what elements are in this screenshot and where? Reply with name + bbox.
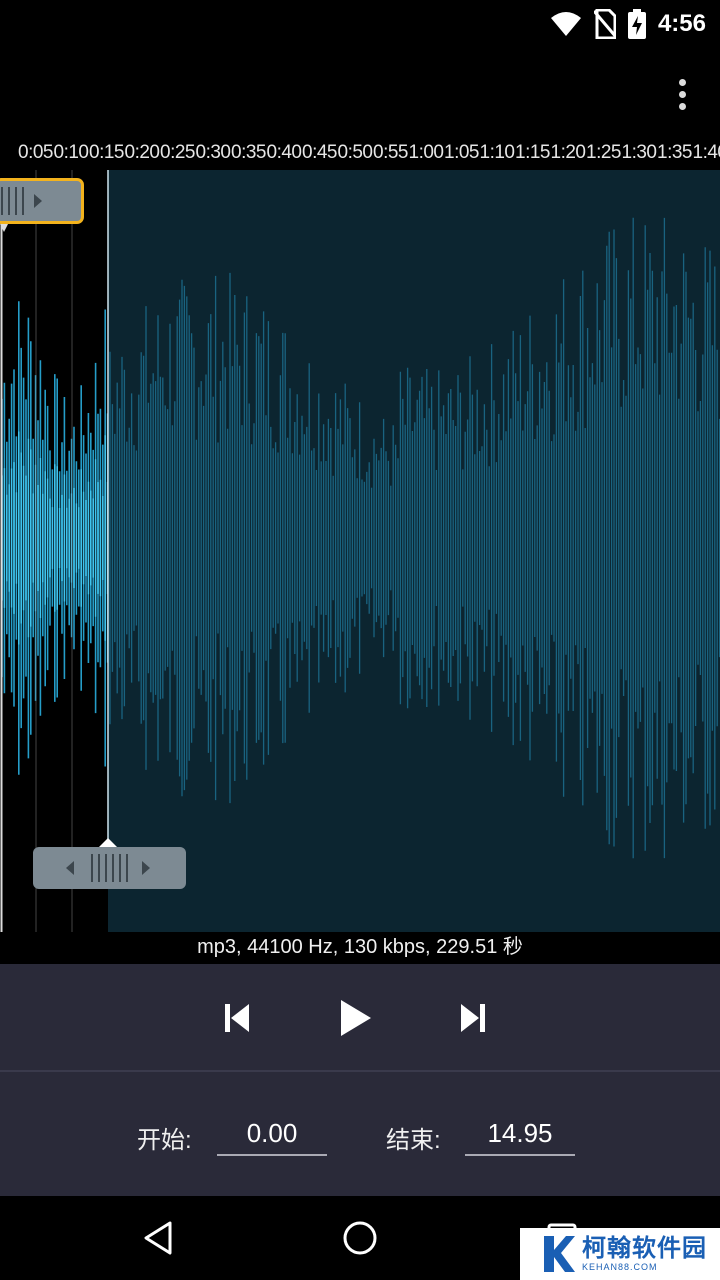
app-bar [0, 48, 720, 138]
timeline-tick: 1:40 [693, 142, 720, 164]
start-label: 开始: [137, 1120, 192, 1155]
timeline-tick: 1:00 [409, 142, 444, 164]
kehan-logo-icon [540, 1234, 576, 1274]
play-button[interactable] [325, 988, 385, 1048]
range-panel: 开始: 结束: [0, 1072, 720, 1196]
timeline-tick: 0:40 [267, 142, 302, 164]
timeline-ruler: 0:050:100:150:200:250:300:350:400:450:50… [0, 138, 720, 170]
next-button[interactable] [443, 988, 503, 1048]
waveform-area[interactable] [0, 170, 720, 932]
end-marker-handle[interactable] [33, 847, 186, 889]
chevron-right-icon [141, 860, 151, 876]
battery-charging-icon [628, 9, 646, 39]
timeline-tick: 0:55 [373, 142, 408, 164]
wifi-icon [550, 11, 582, 37]
timeline-tick: 0:35 [231, 142, 266, 164]
grip-icon [91, 854, 128, 882]
timeline-tick: 0:05 [18, 142, 53, 164]
timeline-tick: 1:25 [586, 142, 621, 164]
file-info: mp3, 44100 Hz, 130 kbps, 229.51 秒 [0, 932, 720, 964]
previous-button[interactable] [207, 988, 267, 1048]
back-icon [142, 1221, 174, 1255]
status-icons: 4:56 [550, 6, 706, 42]
start-time-field[interactable] [217, 1112, 327, 1156]
timeline-tick: 0:10 [54, 142, 89, 164]
timeline-tick: 0:15 [89, 142, 124, 164]
timeline-tick: 1:10 [480, 142, 515, 164]
back-button[interactable] [130, 1210, 186, 1266]
timeline-tick: 1:35 [657, 142, 692, 164]
timeline-tick: 1:05 [444, 142, 479, 164]
skip-next-icon [458, 1002, 488, 1034]
home-button[interactable] [332, 1210, 388, 1266]
timeline-tick: 0:25 [160, 142, 195, 164]
watermark-title: 柯翰软件园 [582, 1236, 707, 1262]
home-icon [342, 1220, 378, 1256]
timeline-tick: 1:15 [515, 142, 550, 164]
chevron-right-icon [33, 193, 43, 209]
waveform[interactable] [0, 170, 720, 932]
no-sim-icon [594, 9, 616, 39]
start-marker-handle[interactable] [0, 178, 84, 224]
watermark-subtitle: KEHAN88.COM [582, 1262, 707, 1272]
status-time: 4:56 [658, 10, 706, 38]
playback-controls [0, 964, 720, 1072]
play-icon [337, 998, 373, 1038]
timeline-tick: 0:30 [196, 142, 231, 164]
skip-previous-icon [222, 1002, 252, 1034]
grip-icon [1, 187, 24, 215]
timeline-tick: 0:50 [338, 142, 373, 164]
more-options-icon[interactable] [666, 70, 698, 118]
end-label: 结束: [386, 1120, 441, 1155]
watermark: 柯翰软件园 KEHAN88.COM [520, 1228, 720, 1280]
status-bar: 4:56 [0, 0, 720, 48]
chevron-left-icon [65, 860, 75, 876]
timeline-tick: 1:30 [622, 142, 657, 164]
end-time-field[interactable] [465, 1112, 575, 1156]
timeline-tick: 0:20 [125, 142, 160, 164]
timeline-tick: 0:45 [302, 142, 337, 164]
timeline-tick: 1:20 [551, 142, 586, 164]
